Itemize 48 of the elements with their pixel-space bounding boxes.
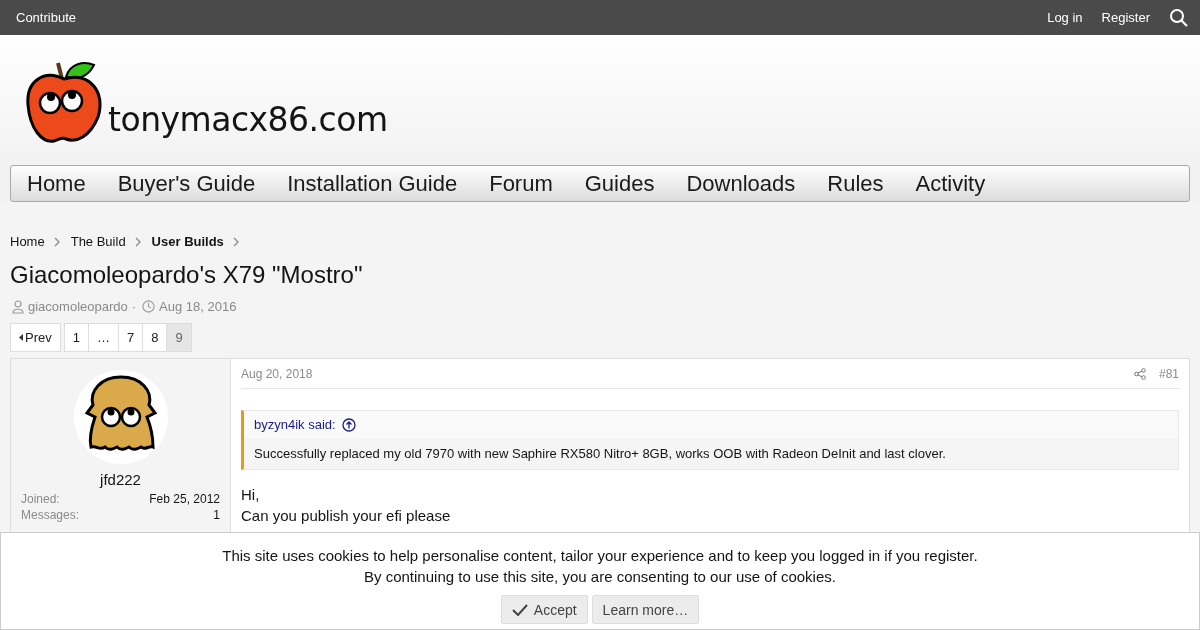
- page-button[interactable]: 7: [117, 323, 144, 352]
- breadcrumb-link[interactable]: The Build: [70, 234, 126, 249]
- avatar-mascot-icon: [72, 369, 169, 465]
- arrow-up-circle-icon[interactable]: [341, 417, 356, 432]
- stat-label: Joined:: [21, 491, 60, 507]
- page-button[interactable]: …: [87, 323, 119, 352]
- post-text-line: Can you publish your efi please: [241, 506, 452, 526]
- search-icon[interactable]: [1169, 7, 1189, 28]
- chevron-icon: [134, 236, 141, 247]
- breadcrumb-link[interactable]: User Builds: [151, 234, 224, 249]
- clock-icon: [142, 300, 156, 313]
- post-text-line: Hi,: [241, 485, 261, 505]
- page-button[interactable]: 9: [166, 323, 192, 352]
- prev-page-button[interactable]: Prev: [10, 323, 61, 352]
- nav-tab[interactable]: Activity: [915, 170, 986, 197]
- caret-left-icon: [19, 334, 23, 341]
- stat-value: 1: [213, 507, 220, 523]
- site-logo-text[interactable]: tonymacx86.com: [108, 100, 388, 139]
- page-button[interactable]: 8: [142, 323, 168, 352]
- chevron-icon: [53, 236, 60, 247]
- account-link[interactable]: Register: [1101, 10, 1150, 25]
- quote-text: Successfully replaced my old 7970 with new Saphire RX580 Nitro+ 8GB, works OOB with Radeon DeInit and last clover.: [253, 445, 947, 463]
- nav-tab[interactable]: Home: [27, 170, 86, 197]
- account-link[interactable]: Log in: [1047, 10, 1083, 25]
- stat-value: Feb 25, 2012: [149, 491, 220, 507]
- quote-author-link[interactable]: byzyn4ik said:: [254, 417, 336, 432]
- nav-tab[interactable]: Forum: [489, 170, 553, 197]
- username-link[interactable]: jfd222: [100, 471, 141, 488]
- nav-tab[interactable]: Guides: [584, 170, 655, 197]
- meta-separator: ·: [131, 299, 137, 314]
- share-icon[interactable]: [1133, 367, 1146, 380]
- breadcrumb-link[interactable]: Home: [10, 234, 45, 249]
- cookie-notice-text: This site uses cookies to help personalise content, tailor your experience and to keep you logged in if you register.: [222, 546, 978, 566]
- stat-label: Messages:: [21, 507, 80, 523]
- post-date[interactable]: Aug 20, 2018: [241, 366, 313, 381]
- learn-more-button[interactable]: Learn more…: [591, 595, 700, 624]
- thread-title: Giacomoleopardo's X79 "Mostro": [10, 261, 364, 289]
- contribute-link[interactable]: Contribute: [16, 10, 76, 25]
- nav-tab[interactable]: Downloads: [686, 170, 796, 197]
- nav-tab[interactable]: Installation Guide: [287, 170, 458, 197]
- page-button[interactable]: 1: [63, 323, 89, 352]
- nav-tab[interactable]: Rules: [827, 170, 884, 197]
- nav-tab[interactable]: Buyer's Guide: [117, 170, 256, 197]
- accept-button[interactable]: Accept: [500, 595, 588, 624]
- user-icon: [12, 299, 24, 314]
- cookie-notice-text: By continuing to use this site, you are consenting to our use of cookies.: [364, 567, 836, 587]
- checkmark-icon: [511, 603, 528, 616]
- chevron-icon: [232, 236, 239, 247]
